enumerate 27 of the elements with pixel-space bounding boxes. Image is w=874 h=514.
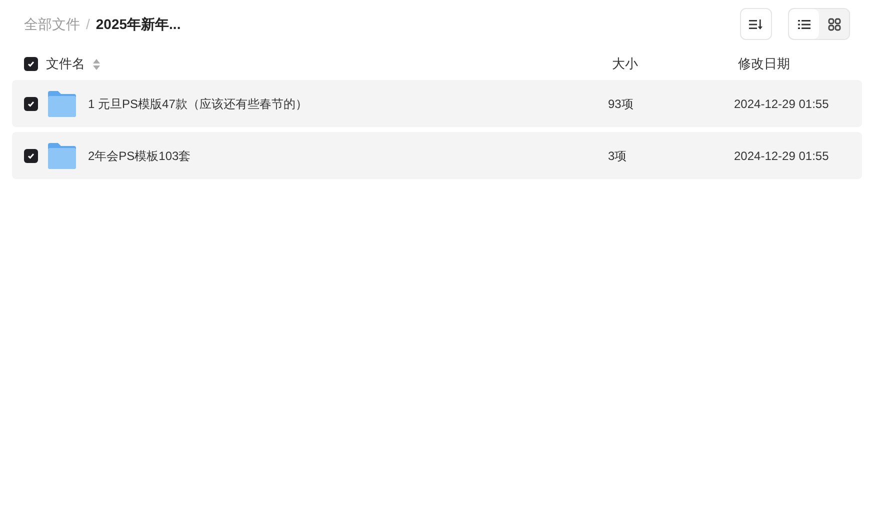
- check-icon: [27, 100, 35, 108]
- sort-icon: [93, 58, 100, 70]
- file-size: 93项: [608, 96, 634, 112]
- check-icon: [27, 152, 35, 160]
- checkbox[interactable]: [24, 148, 38, 162]
- file-row[interactable]: 2年会PS模板103套 3项 2024-12-29 01:55: [12, 132, 862, 179]
- file-name: 1 元旦PS模版47款（应该还有些春节的）: [88, 96, 308, 112]
- checkbox[interactable]: [24, 57, 38, 71]
- sort-button[interactable]: [740, 8, 772, 40]
- view-option[interactable]: [789, 9, 819, 39]
- grid-icon: [828, 18, 840, 30]
- file-name: 2年会PS模板103套: [88, 148, 191, 164]
- column-header[interactable]: 文件名: [46, 54, 85, 74]
- sort-icon: [749, 18, 763, 30]
- modified-date: 2024-12-29 01:55: [734, 148, 829, 164]
- modified-date: 2024-12-29 01:55: [734, 96, 829, 112]
- list-icon: [798, 18, 810, 30]
- folder-icon: [47, 90, 77, 118]
- check-icon: [27, 60, 35, 68]
- checkbox[interactable]: [24, 96, 38, 110]
- file-size: 3项: [608, 148, 628, 164]
- folder-icon: [47, 142, 77, 170]
- breadcrumb-separator: /: [86, 14, 90, 34]
- column-header[interactable]: 修改日期: [722, 54, 790, 74]
- file-row[interactable]: 1 元旦PS模版47款（应该还有些春节的） 93项 2024-12-29 01:55: [12, 80, 862, 127]
- breadcrumb-item: 2025年新年...: [96, 14, 181, 34]
- column-header[interactable]: 大小: [596, 54, 722, 74]
